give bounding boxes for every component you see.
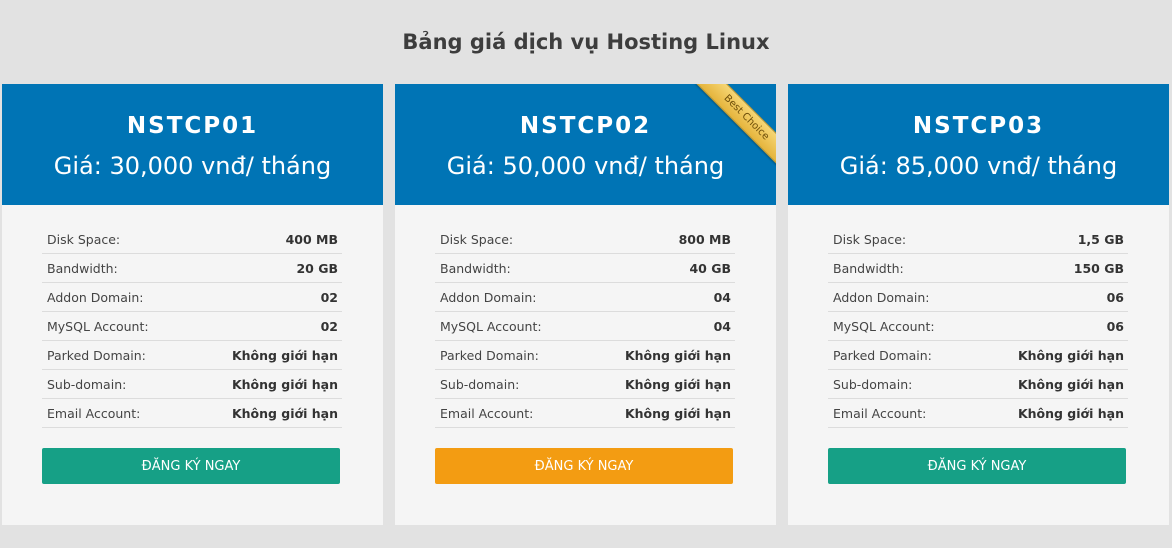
plan-header: NSTCP03 Giá: 85,000 vnđ/ tháng bbox=[788, 84, 1169, 205]
feature-label: Bandwidth: bbox=[833, 260, 904, 276]
feature-row-bandwidth: Bandwidth: 150 GB bbox=[828, 254, 1128, 283]
feature-label: MySQL Account: bbox=[47, 318, 149, 334]
feature-row-disk-space: Disk Space: 1,5 GB bbox=[828, 225, 1128, 254]
feature-row-disk-space: Disk Space: 800 MB bbox=[435, 225, 735, 254]
feature-row-parked-domain: Parked Domain: Không giới hạn bbox=[42, 341, 342, 370]
feature-label: Disk Space: bbox=[833, 231, 907, 247]
feature-value: Không giới hạn bbox=[231, 376, 338, 392]
feature-value: 40 GB bbox=[689, 260, 731, 276]
feature-label: Bandwidth: bbox=[440, 260, 511, 276]
signup-button[interactable]: ĐĂNG KÝ NGAY bbox=[42, 448, 340, 484]
feature-row-addon-domain: Addon Domain: 02 bbox=[42, 283, 342, 312]
feature-value: Không giới hạn bbox=[624, 347, 731, 363]
plan-card-nstcp02: NSTCP02 Giá: 50,000 vnđ/ tháng Best Choi… bbox=[395, 84, 776, 525]
feature-row-addon-domain: Addon Domain: 06 bbox=[828, 283, 1128, 312]
feature-value: Không giới hạn bbox=[231, 347, 338, 363]
feature-list: Disk Space: 400 MB Bandwidth: 20 GB Addon … bbox=[42, 225, 342, 428]
feature-row-mysql-account: MySQL Account: 06 bbox=[828, 312, 1128, 341]
feature-row-parked-domain: Parked Domain: Không giới hạn bbox=[828, 341, 1128, 370]
feature-label: Sub-domain: bbox=[47, 376, 127, 392]
feature-row-email-account: Email Account: Không giới hạn bbox=[42, 399, 342, 428]
feature-label: MySQL Account: bbox=[440, 318, 542, 334]
plan-name: NSTCP01 bbox=[126, 113, 259, 139]
signup-button[interactable]: ĐĂNG KÝ NGAY bbox=[828, 448, 1126, 484]
feature-value: 02 bbox=[320, 289, 338, 305]
feature-row-mysql-account: MySQL Account: 04 bbox=[435, 312, 735, 341]
feature-label: Parked Domain: bbox=[47, 347, 146, 363]
feature-label: Addon Domain: bbox=[47, 289, 144, 305]
feature-label: MySQL Account: bbox=[833, 318, 935, 334]
feature-value: 06 bbox=[1106, 318, 1124, 334]
signup-button[interactable]: ĐĂNG KÝ NGAY bbox=[435, 448, 733, 484]
feature-value: 06 bbox=[1106, 289, 1124, 305]
feature-value: Không giới hạn bbox=[1017, 347, 1124, 363]
plan-header: NSTCP02 Giá: 50,000 vnđ/ tháng Best Choi… bbox=[395, 84, 776, 205]
feature-row-sub-domain: Sub-domain: Không giới hạn bbox=[828, 370, 1128, 399]
feature-row-bandwidth: Bandwidth: 20 GB bbox=[42, 254, 342, 283]
feature-row-mysql-account: MySQL Account: 02 bbox=[42, 312, 342, 341]
plan-card-nstcp01: NSTCP01 Giá: 30,000 vnđ/ tháng Disk Spac… bbox=[2, 84, 383, 525]
plan-name: NSTCP03 bbox=[912, 113, 1045, 139]
page-title: Bảng giá dịch vụ Hosting Linux bbox=[402, 30, 770, 54]
feature-value: 1,5 GB bbox=[1077, 231, 1124, 247]
feature-value: 04 bbox=[713, 289, 731, 305]
plan-price: Giá: 85,000 vnđ/ tháng bbox=[839, 152, 1118, 180]
feature-value: Không giới hạn bbox=[624, 405, 731, 421]
feature-label: Sub-domain: bbox=[440, 376, 520, 392]
feature-label: Parked Domain: bbox=[833, 347, 932, 363]
feature-value: 800 MB bbox=[678, 231, 731, 247]
feature-value: 04 bbox=[713, 318, 731, 334]
feature-label: Addon Domain: bbox=[440, 289, 537, 305]
feature-row-email-account: Email Account: Không giới hạn bbox=[435, 399, 735, 428]
feature-label: Parked Domain: bbox=[440, 347, 539, 363]
feature-value: 150 GB bbox=[1073, 260, 1124, 276]
feature-label: Email Account: bbox=[440, 405, 534, 421]
feature-label: Disk Space: bbox=[47, 231, 121, 247]
feature-value: Không giới hạn bbox=[624, 376, 731, 392]
feature-row-sub-domain: Sub-domain: Không giới hạn bbox=[435, 370, 735, 399]
plan-header: NSTCP01 Giá: 30,000 vnđ/ tháng bbox=[2, 84, 383, 205]
feature-list: Disk Space: 1,5 GB Bandwidth: 150 GB Addon… bbox=[828, 225, 1128, 428]
feature-label: Bandwidth: bbox=[47, 260, 118, 276]
feature-list: Disk Space: 800 MB Bandwidth: 40 GB Addon … bbox=[435, 225, 735, 428]
feature-row-bandwidth: Bandwidth: 40 GB bbox=[435, 254, 735, 283]
feature-row-parked-domain: Parked Domain: Không giới hạn bbox=[435, 341, 735, 370]
feature-label: Email Account: bbox=[47, 405, 141, 421]
feature-label: Disk Space: bbox=[440, 231, 514, 247]
feature-value: Không giới hạn bbox=[231, 405, 338, 421]
plan-card-nstcp03: NSTCP03 Giá: 85,000 vnđ/ tháng Disk Spac… bbox=[788, 84, 1169, 525]
feature-row-addon-domain: Addon Domain: 04 bbox=[435, 283, 735, 312]
plan-price: Giá: 30,000 vnđ/ tháng bbox=[53, 152, 332, 180]
feature-row-sub-domain: Sub-domain: Không giới hạn bbox=[42, 370, 342, 399]
feature-value: 400 MB bbox=[285, 231, 338, 247]
plan-name: NSTCP02 bbox=[519, 113, 652, 139]
feature-value: Không giới hạn bbox=[1017, 376, 1124, 392]
feature-row-email-account: Email Account: Không giới hạn bbox=[828, 399, 1128, 428]
feature-value: 20 GB bbox=[296, 260, 338, 276]
feature-label: Sub-domain: bbox=[833, 376, 913, 392]
feature-label: Addon Domain: bbox=[833, 289, 930, 305]
feature-row-disk-space: Disk Space: 400 MB bbox=[42, 225, 342, 254]
feature-label: Email Account: bbox=[833, 405, 927, 421]
plan-price: Giá: 50,000 vnđ/ tháng bbox=[446, 152, 725, 180]
feature-value: Không giới hạn bbox=[1017, 405, 1124, 421]
feature-value: 02 bbox=[320, 318, 338, 334]
